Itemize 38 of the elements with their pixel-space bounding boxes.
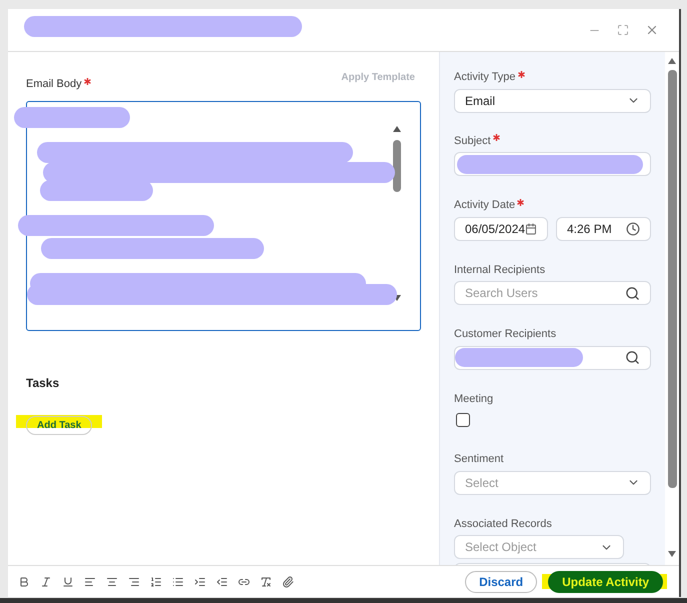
- field-label: Meeting: [454, 392, 494, 406]
- subject-field[interactable]: [454, 152, 651, 176]
- dropdown-field[interactable]: Email: [454, 88, 651, 112]
- clock-icon: [626, 222, 640, 236]
- time-field[interactable]: 4:26 PM: [556, 216, 651, 240]
- align-left-icon[interactable]: [84, 576, 96, 588]
- search-icon: [625, 350, 640, 365]
- paperclip-icon[interactable]: [282, 576, 294, 588]
- dropdown-field[interactable]: Select: [454, 470, 651, 494]
- calendar-icon: [525, 222, 537, 236]
- align-right-icon[interactable]: [128, 576, 140, 588]
- discard-button[interactable]: Discard: [465, 570, 538, 592]
- add-task-button[interactable]: Add Task: [26, 416, 92, 434]
- field-label: Activity Type: [454, 70, 516, 85]
- field-label: Activity Date: [454, 198, 516, 213]
- update-activity-button[interactable]: Update Activity: [548, 570, 663, 592]
- field-label: Customer Recipients: [454, 327, 556, 342]
- field-label: Internal Recipients: [454, 262, 546, 278]
- search-field[interactable]: Search Users: [454, 281, 651, 305]
- field-label: Email Body: [26, 77, 82, 92]
- search-icon: [625, 286, 640, 300]
- search-field[interactable]: [454, 346, 651, 370]
- field-label: Subject: [454, 134, 491, 148]
- outdent-icon[interactable]: [216, 576, 228, 588]
- numbered-list-icon[interactable]: [150, 576, 162, 588]
- bold-icon[interactable]: [18, 576, 30, 588]
- field-label: Sentiment: [454, 452, 504, 467]
- close-icon[interactable]: [645, 23, 659, 37]
- field-label: Associated Records: [454, 516, 552, 532]
- clear-format-icon[interactable]: [260, 576, 272, 588]
- indent-icon[interactable]: [194, 576, 206, 588]
- underline-icon[interactable]: [62, 576, 74, 588]
- date-field[interactable]: 06/05/2024: [454, 216, 548, 240]
- checkbox[interactable]: [456, 413, 470, 427]
- dropdown-field[interactable]: Select Object: [454, 535, 624, 559]
- section-heading: Tasks: [26, 374, 60, 392]
- italic-icon[interactable]: [40, 576, 52, 588]
- align-center-icon[interactable]: [106, 576, 118, 588]
